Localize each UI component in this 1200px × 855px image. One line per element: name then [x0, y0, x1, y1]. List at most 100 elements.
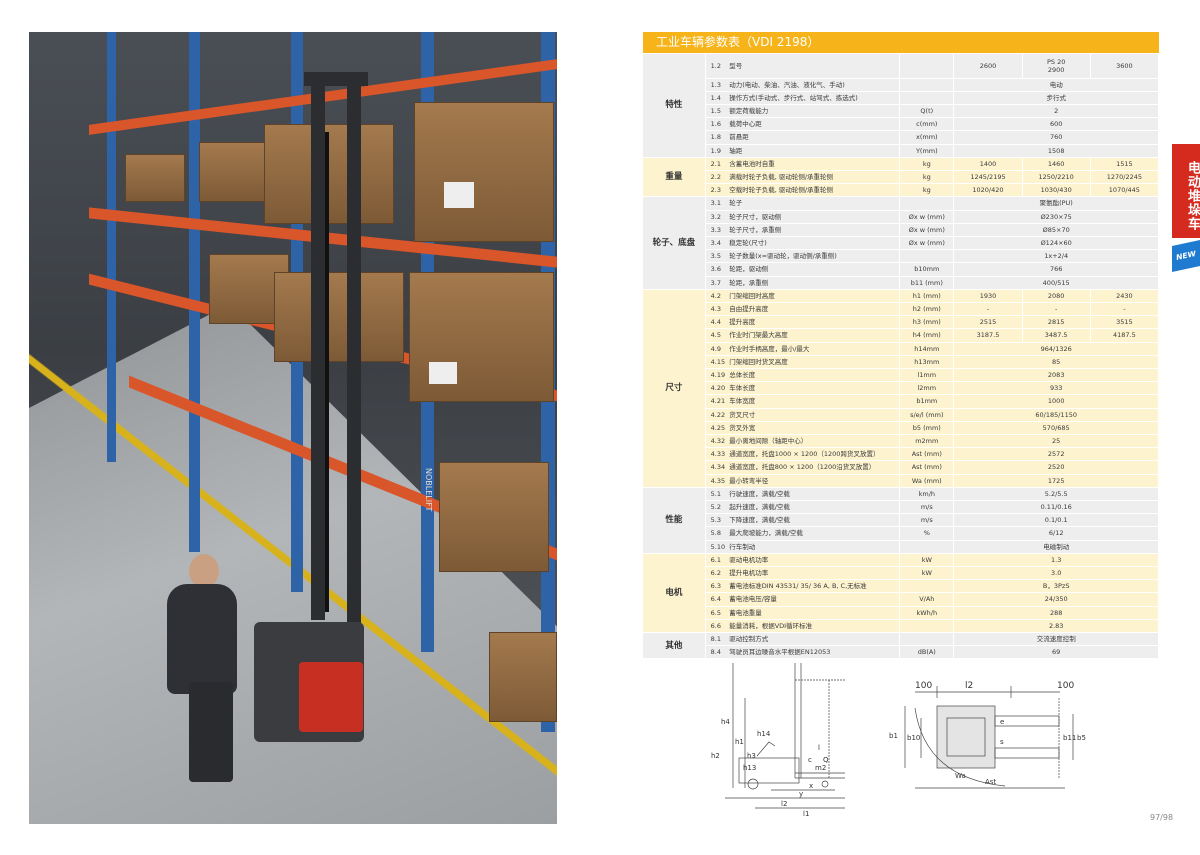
dim-y: y — [799, 790, 803, 798]
row-number: 4.4 — [705, 315, 730, 330]
row-value: 1725 — [953, 474, 1159, 488]
row-number: 1.9 — [705, 144, 730, 158]
row-number: 4.34 — [705, 460, 730, 475]
row-unit: V/Ah — [899, 592, 955, 607]
dim-l2-top: l2 — [965, 681, 973, 691]
row-unit: Øx w (mm) — [899, 236, 955, 251]
row-unit: h4 (mm) — [899, 328, 955, 343]
row-unit: kg — [899, 157, 955, 171]
row-parameter: 前悬距 — [729, 130, 901, 145]
spec-row: 4.9 作业时手柄高度，最小/最大 h14mm 964/1326 — [643, 342, 1159, 356]
row-number: 5.8 — [705, 526, 730, 541]
section-name: 轮子、底盘 — [643, 196, 706, 290]
row-number: 3.2 — [705, 210, 730, 224]
row-unit: km/h — [899, 487, 955, 502]
spec-row: 性能 5.1 行驶速度，满载/空载 km/h 5.2/5.5 — [643, 487, 1159, 554]
row-unit: kWh/h — [899, 606, 955, 620]
row-value: B，3PzS — [953, 579, 1159, 594]
row-value: 85 — [953, 355, 1159, 369]
row-value: 400/515 — [953, 276, 1159, 290]
spec-row: 4.20 车体长度 l2mm 933 — [643, 381, 1159, 396]
side-view-diagram: h4 h1 h3 h14 h13 l c Q x y l2 l1 m2 h2 — [711, 663, 845, 818]
dim-s: s — [1000, 738, 1004, 746]
row-value: 1400 — [953, 157, 1023, 171]
row-parameter: 载荷中心距 — [729, 117, 901, 132]
row-value: 6/12 — [953, 526, 1159, 541]
row-value: 760 — [953, 130, 1159, 145]
row-parameter: 行车制动 — [729, 540, 901, 554]
spec-row: 4.15 门架缩回时货叉高度 h13mm 85 — [643, 355, 1159, 369]
dim-q: Q — [823, 756, 829, 764]
row-unit — [899, 619, 955, 634]
row-unit: Øx w (mm) — [899, 223, 955, 237]
dim-100-left: 100 — [915, 681, 932, 691]
row-number: 2.1 — [705, 157, 730, 171]
spec-row: 3.2 轮子尺寸，驱动侧 Øx w (mm) Ø230×75 — [643, 210, 1159, 224]
spec-row: 重量 2.1 含蓄电池时自重 kg 1400 1460 1515 — [643, 157, 1160, 198]
row-unit — [899, 91, 955, 105]
row-value: 电动 — [953, 78, 1159, 92]
row-number: 4.19 — [705, 368, 730, 383]
row-parameter: 稳定轮(尺寸) — [729, 236, 901, 251]
row-value: 25 — [953, 434, 1159, 449]
row-number: 4.22 — [705, 408, 730, 422]
operator-legs — [189, 682, 233, 782]
row-value: 3515 — [1090, 315, 1160, 330]
row-value: 2520 — [953, 460, 1159, 475]
dim-l: l — [818, 744, 820, 752]
spec-row: 电机 6.1 驱动电机功率 kW 1.3 — [643, 553, 1159, 634]
row-unit: l1mm — [899, 368, 955, 383]
dim-wa: Wa — [955, 772, 966, 780]
model-code: 3600 — [1116, 61, 1133, 70]
spec-row: 1.5 额定荷载能力 Q(t) 2 — [643, 104, 1159, 119]
row-number: 5.10 — [705, 540, 730, 554]
spec-row: 6.2 提升电机功率 kW 3.0 — [643, 566, 1159, 581]
row-unit — [899, 54, 955, 79]
row-unit: h1 (mm) — [899, 289, 955, 303]
row-parameter: 车体长度 — [729, 381, 901, 396]
row-number: 1.8 — [705, 130, 730, 145]
row-parameter: 门架缩回时货叉高度 — [729, 355, 901, 369]
row-parameter: 通道宽度，托盘800 × 1200（1200沿货叉放置） — [729, 460, 901, 475]
row-value: - — [1090, 302, 1160, 317]
dim-h2: h2 — [711, 752, 720, 760]
row-parameter: 轮子尺寸，承重侧 — [729, 223, 901, 237]
row-unit: kg — [899, 183, 955, 198]
row-value: - — [953, 302, 1023, 317]
row-unit: h13mm — [899, 355, 955, 369]
row-unit: h14mm — [899, 342, 955, 356]
row-value: - — [1022, 302, 1091, 317]
spec-row: 4.5 作业时门架最大高度 h4 (mm) 3187.5 3487.5 4187.5 — [643, 328, 1160, 343]
row-value: 2572 — [953, 447, 1159, 462]
dim-l2: l2 — [781, 800, 787, 808]
row-parameter: 轴距 — [729, 144, 901, 158]
row-parameter: 能量消耗，根据VDI循环标准 — [729, 619, 901, 634]
row-number: 4.35 — [705, 474, 730, 488]
dim-ast: Ast — [985, 778, 996, 786]
spec-row: 特性 1.2 型号 2600 PS 20 2900 3600 — [643, 54, 1160, 158]
row-value: 电磁制动 — [953, 540, 1159, 554]
row-value: 1000 — [953, 394, 1159, 409]
spec-row: 1.6 载荷中心距 c(mm) 600 — [643, 117, 1159, 132]
row-value: 1245/2195 — [953, 170, 1023, 185]
spec-row: 6.4 蓄电池电压/容量 V/Ah 24/350 — [643, 592, 1159, 607]
dim-m2: m2 — [815, 764, 826, 772]
row-number: 6.2 — [705, 566, 730, 581]
model-code: 2900 — [1047, 65, 1065, 74]
row-value: 1930 — [953, 289, 1023, 303]
spec-row: 3.4 稳定轮(尺寸) Øx w (mm) Ø124×60 — [643, 236, 1159, 251]
row-number: 6.5 — [705, 606, 730, 620]
row-value: 步行式 — [953, 91, 1159, 105]
row-parameter: 蓄电池电压/容量 — [729, 592, 901, 607]
spec-row: 3.7 轮距，承重侧 b11 (mm) 400/515 — [643, 276, 1159, 290]
row-number: 3.1 — [705, 196, 730, 211]
row-value: 69 — [953, 645, 1159, 660]
row-number: 1.3 — [705, 78, 730, 92]
row-value: 2080 — [1022, 289, 1091, 303]
row-value: 聚氨酯(PU) — [953, 196, 1159, 211]
spec-row: 5.2 起升速度，满载/空载 m/s 0.11/0.16 — [643, 500, 1159, 515]
spec-row: 3.5 轮子数量(x=驱动轮，驱动侧/承重侧) 1x+2/4 — [643, 249, 1159, 264]
row-unit: kW — [899, 566, 955, 581]
row-parameter: 自由提升高度 — [729, 302, 901, 317]
stacker-mast — [311, 80, 325, 620]
